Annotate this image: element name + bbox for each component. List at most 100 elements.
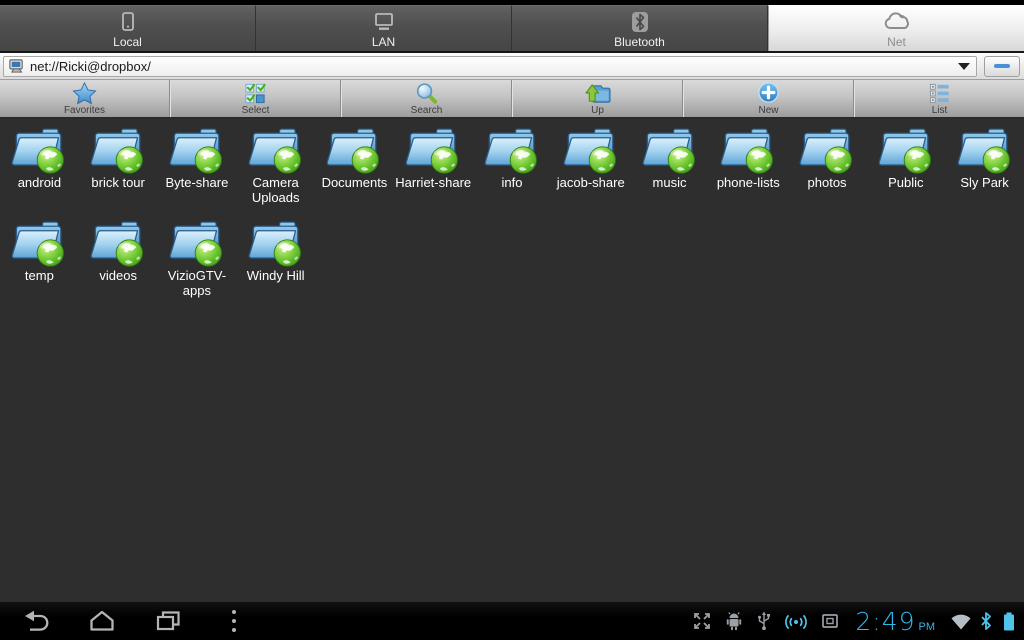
hotspot-icon	[785, 611, 808, 631]
network-folder-icon	[404, 125, 462, 175]
back-icon	[22, 609, 50, 633]
folder-label: Byte-share	[165, 175, 229, 190]
expand-icon[interactable]	[692, 611, 712, 631]
search-button[interactable]: Search	[341, 80, 512, 117]
network-folder-icon	[247, 218, 305, 268]
folder-label: photos	[807, 175, 847, 190]
adb-robot-icon	[725, 611, 743, 631]
toolbar-label: Search	[410, 105, 443, 116]
address-bar: net://Ricki@dropbox/	[0, 53, 1024, 80]
bluetooth-icon	[628, 8, 652, 34]
network-folder-icon	[10, 125, 68, 175]
folder-item[interactable]: Windy Hill	[236, 215, 315, 308]
toolbar-label: List	[931, 105, 948, 116]
tab-lan[interactable]: LAN	[256, 5, 512, 51]
folder-label: phone-lists	[716, 175, 780, 190]
address-input[interactable]: net://Ricki@dropbox/	[3, 55, 977, 77]
tab-label: LAN	[371, 35, 396, 49]
folder-label: music	[652, 175, 687, 190]
folder-label: videos	[99, 268, 137, 283]
folder-label: Public	[888, 175, 924, 190]
tab-bar: Local LAN Bluetooth Net	[0, 5, 1024, 53]
hide-toolbar-button[interactable]	[984, 55, 1020, 77]
file-browser-content: android brick tour Byte-share Camera Upl…	[0, 119, 1024, 602]
caret-down-icon[interactable]	[958, 62, 970, 70]
folder-item[interactable]: Documents	[315, 122, 394, 215]
toolbar-label: Favorites	[63, 105, 106, 116]
network-folder-icon	[562, 125, 620, 175]
cloud-icon	[882, 8, 912, 34]
up-button[interactable]: Up	[512, 80, 683, 117]
minus-icon	[994, 64, 1010, 68]
network-folder-icon	[641, 125, 699, 175]
computer-icon	[8, 58, 25, 75]
folder-item[interactable]: Camera Uploads	[236, 122, 315, 215]
tab-bluetooth[interactable]: Bluetooth	[512, 5, 768, 51]
back-button[interactable]	[20, 606, 52, 636]
network-folder-icon	[798, 125, 856, 175]
folder-item[interactable]: music	[630, 122, 709, 215]
usb-icon	[756, 611, 772, 631]
toolbar-label: Select	[241, 105, 270, 116]
status-icons: 2:49 PM	[692, 609, 1024, 634]
folder-item[interactable]: temp	[0, 215, 79, 308]
recents-icon	[154, 609, 182, 633]
folder-item[interactable]: photos	[788, 122, 867, 215]
folder-grid: android brick tour Byte-share Camera Upl…	[0, 122, 1024, 308]
home-button[interactable]	[86, 606, 118, 636]
folder-label: Documents	[321, 175, 388, 190]
network-folder-icon	[719, 125, 777, 175]
clock-ampm: PM	[918, 620, 936, 633]
home-icon	[88, 609, 116, 633]
network-folder-icon	[956, 125, 1014, 175]
folder-label: brick tour	[91, 175, 145, 190]
folder-item[interactable]: Sly Park	[945, 122, 1024, 215]
folder-item[interactable]: phone-lists	[709, 122, 788, 215]
folder-label: Sly Park	[960, 175, 1009, 190]
toolbar: Favorites Select Search Up New List	[0, 80, 1024, 119]
lan-icon	[371, 8, 397, 34]
multi-select-icon	[243, 81, 268, 105]
tab-label: Net	[887, 35, 906, 49]
folder-label: info	[501, 175, 523, 190]
folder-item[interactable]: VizioGTV-apps	[158, 215, 237, 308]
folder-item[interactable]: Public	[866, 122, 945, 215]
folder-label: Camera Uploads	[251, 175, 300, 205]
folder-label: jacob-share	[556, 175, 625, 190]
tab-net[interactable]: Net	[768, 5, 1024, 51]
network-folder-icon	[168, 125, 226, 175]
folder-label: Harriet-share	[395, 175, 472, 190]
list-button[interactable]: List	[854, 80, 1024, 117]
network-folder-icon	[247, 125, 305, 175]
folder-item[interactable]: Byte-share	[158, 122, 237, 215]
search-icon	[414, 81, 439, 105]
toolbar-label: New	[758, 105, 779, 116]
folder-item[interactable]: jacob-share	[551, 122, 630, 215]
folder-item[interactable]: android	[0, 122, 79, 215]
menu-button[interactable]	[218, 606, 250, 636]
folder-item[interactable]: info	[473, 122, 552, 215]
folder-label: Windy Hill	[246, 268, 305, 283]
favorites-button[interactable]: Favorites	[0, 80, 170, 117]
wifi-icon	[950, 612, 972, 630]
network-folder-icon	[89, 125, 147, 175]
network-folder-icon	[168, 218, 226, 268]
folder-item[interactable]: brick tour	[79, 122, 158, 215]
new-button[interactable]: New	[683, 80, 854, 117]
network-folder-icon	[10, 218, 68, 268]
star-icon	[72, 81, 97, 105]
address-path: net://Ricki@dropbox/	[30, 58, 151, 74]
phone-icon	[116, 8, 140, 34]
network-folder-icon	[325, 125, 383, 175]
bluetooth-status-icon	[979, 611, 993, 631]
folder-item[interactable]: videos	[79, 215, 158, 308]
menu-overflow-icon	[229, 608, 239, 634]
folder-item[interactable]: Harriet-share	[394, 122, 473, 215]
list-view-icon	[927, 81, 952, 105]
recents-button[interactable]	[152, 606, 184, 636]
battery-icon	[1002, 611, 1016, 632]
folder-label: temp	[24, 268, 54, 283]
toolbar-label: Up	[591, 105, 604, 116]
select-button[interactable]: Select	[170, 80, 341, 117]
tab-local[interactable]: Local	[0, 5, 256, 51]
